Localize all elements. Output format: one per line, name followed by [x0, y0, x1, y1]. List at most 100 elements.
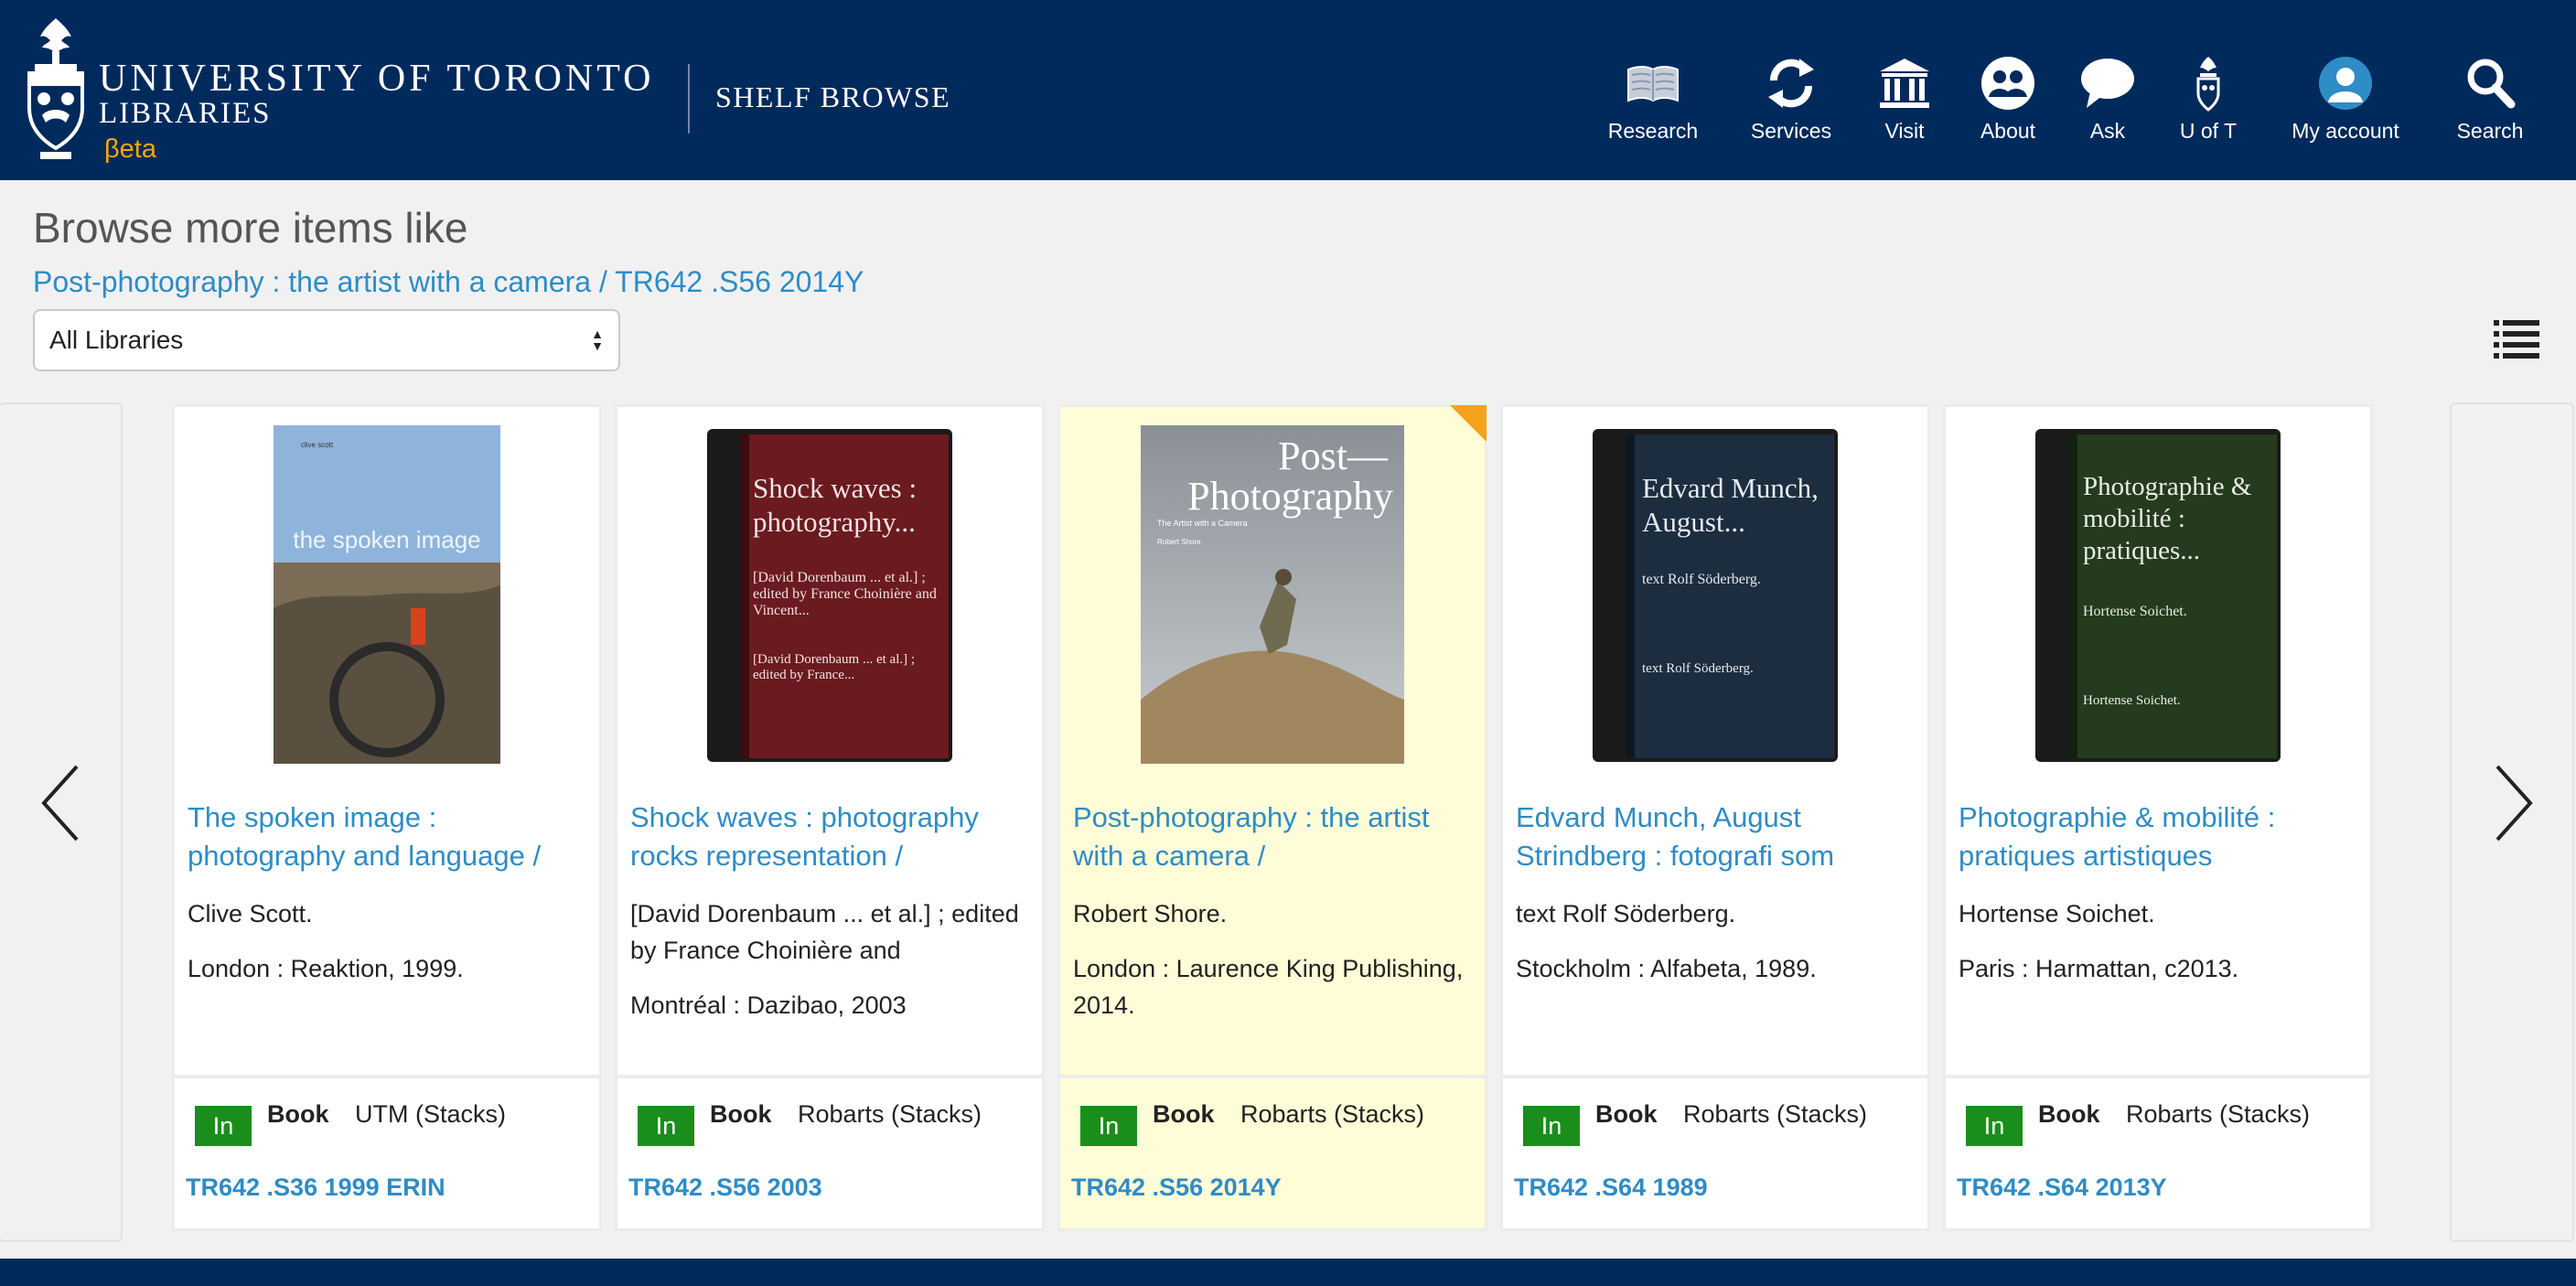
call-number-link[interactable]: TR642 .S56 2003 — [628, 1173, 822, 1202]
site-header: UNIVERSITY OF TORONTO LIBRARIES βeta SHE… — [0, 0, 2576, 180]
cover-footer-text: Hortense Soichet. — [2083, 693, 2181, 708]
card-divider — [617, 1075, 1042, 1078]
item-title-link[interactable]: Photographie & mobilité : pratiques arti… — [1959, 798, 2361, 875]
book-cover-image[interactable]: Shock waves : photography... [David Dore… — [700, 425, 960, 766]
cover-title-text: Post— — [1278, 434, 1389, 478]
cover-footer-text: text Rolf Söderberg. — [1642, 661, 1754, 676]
nav-services[interactable]: Services — [1727, 55, 1855, 144]
item-card: Photographie & mobilité : pratiques... H… — [1943, 404, 2373, 1231]
next-items-button[interactable] — [2450, 402, 2574, 1242]
item-author: Robert Shore. — [1073, 900, 1228, 927]
cover-footer-text: [David Dorenbaum ... et al.] ; edited by… — [753, 652, 916, 682]
header-divider — [688, 64, 690, 134]
nav-label: Research — [1607, 119, 1699, 143]
app-title[interactable]: SHELF BROWSE — [715, 80, 950, 114]
current-item-link[interactable]: Post-photography : the artist with a cam… — [33, 265, 864, 299]
nav-my-account[interactable]: My account — [2281, 55, 2410, 144]
item-location: Robarts (Stacks) — [798, 1100, 982, 1128]
item-title-link[interactable]: The spoken image : photography and langu… — [188, 798, 590, 875]
item-author: text Rolf Söderberg. — [1516, 900, 1736, 927]
item-location: Robarts (Stacks) — [1683, 1100, 1868, 1128]
item-card: Edvard Munch, August... text Rolf Söderb… — [1500, 404, 1930, 1231]
item-type: Book — [1595, 1100, 1658, 1128]
nav-label: Services — [1750, 119, 1832, 143]
item-publication: Paris : Harmattan, c2013. — [1959, 955, 2239, 982]
refresh-icon — [1768, 59, 1814, 108]
book-cover-image[interactable]: Photographie & mobilité : pratiques... H… — [2028, 425, 2288, 766]
availability-badge: In — [1523, 1106, 1580, 1146]
libraries-label: LIBRARIES — [99, 97, 272, 130]
people-icon — [1981, 57, 2034, 110]
library-filter-value: All Libraries — [49, 326, 184, 354]
call-number-link[interactable]: TR642 .S64 1989 — [1514, 1173, 1708, 1202]
item-title-link[interactable]: Edvard Munch, August Strindberg : fotogr… — [1516, 798, 1918, 875]
call-number-link[interactable]: TR642 .S64 2013Y — [1957, 1173, 2167, 1202]
availability-badge: In — [1080, 1106, 1137, 1146]
building-icon — [1880, 59, 1929, 108]
cover-author-text: Hortense Soichet. — [2083, 604, 2187, 619]
university-crest-logo[interactable] — [20, 16, 91, 163]
book-icon — [1627, 66, 1679, 102]
item-card-current: Post— Photography The Artist with a Came… — [1057, 404, 1487, 1231]
card-divider — [1060, 1075, 1485, 1078]
item-location: UTM (Stacks) — [355, 1100, 506, 1128]
page-title: Browse more items like — [33, 204, 468, 252]
item-type: Book — [710, 1100, 772, 1128]
item-location: Robarts (Stacks) — [1240, 1100, 1425, 1128]
item-publication: London : Laurence King Publishing, 2014. — [1073, 955, 1464, 1019]
item-type: Book — [267, 1100, 329, 1128]
call-number-link[interactable]: TR642 .S36 1999 ERIN — [186, 1173, 445, 1202]
nav-search[interactable]: Search — [2426, 55, 2554, 144]
list-view-icon[interactable] — [2494, 318, 2539, 360]
book-cover-image[interactable]: the spoken image clive scott — [274, 425, 500, 764]
item-title-link[interactable]: Post-photography : the artist with a cam… — [1073, 798, 1476, 875]
chat-bubble-icon — [2081, 59, 2134, 108]
nav-label: My account — [2292, 119, 2399, 143]
cover-title-text: Edvard Munch, August... — [1642, 472, 1819, 538]
item-type: Book — [1153, 1100, 1215, 1128]
current-item-marker — [1450, 405, 1487, 442]
nav-label: Search — [2456, 119, 2524, 143]
book-cover-image[interactable]: Post— Photography The Artist with a Came… — [1141, 425, 1404, 764]
cover-title-text: Shock waves : photography... — [753, 472, 918, 538]
item-type: Book — [2038, 1100, 2100, 1128]
user-icon — [2319, 57, 2372, 110]
item-card: Shock waves : photography... [David Dore… — [615, 404, 1045, 1231]
previous-items-button[interactable] — [0, 402, 123, 1242]
footer-bar — [0, 1259, 2576, 1286]
nav-uoft[interactable]: U of T — [2144, 55, 2272, 144]
search-icon — [2467, 59, 2516, 109]
library-filter-select[interactable]: All Libraries ▲ ▼ — [33, 309, 620, 371]
cover-author-text: clive scott — [301, 441, 334, 449]
card-divider — [175, 1075, 599, 1078]
item-author: Clive Scott. — [188, 900, 313, 927]
cover-title-text: Photographie & mobilité : pratiques... — [2083, 472, 2252, 565]
beta-label: βeta — [104, 134, 156, 164]
nav-label: U of T — [2179, 119, 2238, 143]
item-publication: London : Reaktion, 1999. — [188, 955, 464, 982]
card-divider — [1946, 1075, 2370, 1078]
availability-badge: In — [195, 1106, 252, 1146]
chevron-left-icon — [41, 765, 79, 841]
availability-badge: In — [638, 1106, 694, 1146]
cover-subtitle-text: The Artist with a Camera — [1157, 519, 1248, 528]
cover-title-text: the spoken image — [293, 526, 480, 553]
cover-author-text: Robert Shore — [1157, 538, 1201, 546]
university-name: UNIVERSITY OF TORONTO — [99, 58, 655, 100]
item-location: Robarts (Stacks) — [2126, 1100, 2311, 1128]
book-cover-image[interactable]: Edvard Munch, August... text Rolf Söderb… — [1585, 425, 1845, 766]
cover-author-text: text Rolf Söderberg. — [1642, 572, 1761, 587]
item-title-link[interactable]: Shock waves : photography rocks represen… — [630, 798, 1033, 875]
select-arrows-icon: ▲ ▼ — [591, 327, 604, 353]
cover-author-text: [David Dorenbaum ... et al.] ; edited by… — [753, 570, 937, 618]
item-card: the spoken image clive scott The spoken … — [172, 404, 602, 1231]
availability-badge: In — [1966, 1106, 2023, 1146]
card-divider — [1503, 1075, 1927, 1078]
crest-icon — [2196, 57, 2220, 112]
item-author: Hortense Soichet. — [1959, 900, 2155, 927]
item-publication: Stockholm : Alfabeta, 1989. — [1516, 955, 1817, 982]
item-author: [David Dorenbaum ... et al.] ; edited by… — [630, 900, 1019, 964]
item-publication: Montréal : Dazibao, 2003 — [630, 991, 907, 1019]
nav-research[interactable]: Research — [1589, 55, 1717, 144]
call-number-link[interactable]: TR642 .S56 2014Y — [1071, 1173, 1282, 1202]
